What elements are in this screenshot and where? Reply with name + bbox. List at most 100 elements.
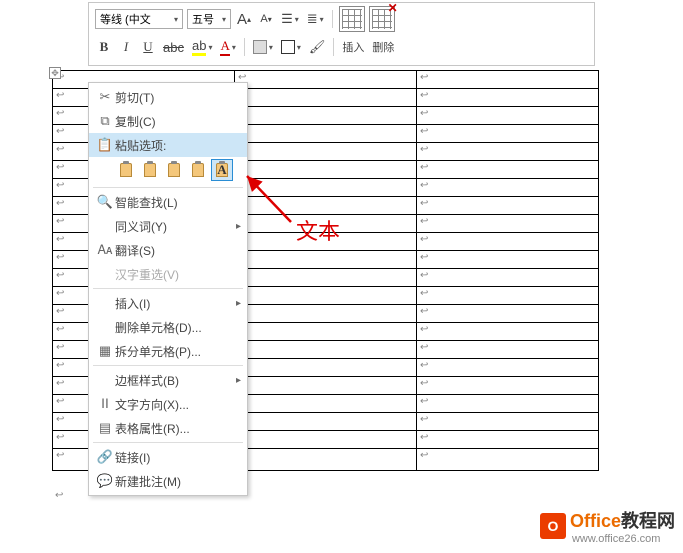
table-cell[interactable]: ↩ xyxy=(417,323,599,341)
paste-picture-button[interactable] xyxy=(187,159,209,181)
menu-delete-cells[interactable]: 删除单元格(D)... xyxy=(89,315,247,339)
table-cell[interactable]: ↩ xyxy=(417,71,599,89)
table-cell[interactable]: ↩ xyxy=(417,413,599,431)
increase-font-button[interactable]: A▴ xyxy=(235,9,253,29)
table-cell[interactable]: ↩ xyxy=(417,359,599,377)
table-cell[interactable]: ↩ xyxy=(417,305,599,323)
cut-icon: ✂ xyxy=(95,88,115,106)
menu-paste-options: 📋 粘贴选项: xyxy=(89,133,247,157)
bullet-list-button[interactable]: ☰▾ xyxy=(279,9,301,29)
table-cell[interactable]: ↩ xyxy=(235,287,417,305)
table-cell[interactable]: ↩ xyxy=(235,125,417,143)
separator xyxy=(332,10,333,28)
menu-insert[interactable]: 插入(I) ▸ xyxy=(89,291,247,315)
comment-icon: 💬 xyxy=(95,472,115,490)
table-cell[interactable]: ↩ xyxy=(235,395,417,413)
menu-new-comment[interactable]: 💬 新建批注(M) xyxy=(89,469,247,493)
table-cell[interactable]: ↩ xyxy=(235,233,417,251)
paste-nested-table-button[interactable] xyxy=(163,159,185,181)
table-cell[interactable]: ↩ xyxy=(417,287,599,305)
table-cell[interactable]: ↩ xyxy=(417,125,599,143)
paste-keep-source-button[interactable] xyxy=(115,159,137,181)
table-cell[interactable]: ↩ xyxy=(417,197,599,215)
table-cell[interactable]: ↩ xyxy=(235,215,417,233)
bold-button[interactable]: B xyxy=(95,37,113,57)
menu-table-properties[interactable]: ▤ 表格属性(R)... xyxy=(89,416,247,440)
underline-button[interactable]: U xyxy=(139,37,157,57)
decrease-font-button[interactable]: A▾ xyxy=(257,9,275,29)
italic-button[interactable]: I xyxy=(117,37,135,57)
table-cell[interactable]: ↩ xyxy=(417,377,599,395)
shading-button[interactable]: ▾ xyxy=(251,37,275,57)
font-name-selector[interactable]: 等线 (中文 ▾ xyxy=(95,9,183,29)
translate-icon: 🗛 xyxy=(95,241,115,259)
paste-merge-formatting-button[interactable] xyxy=(139,159,161,181)
delete-label[interactable]: 删除 xyxy=(370,37,396,57)
menu-separator xyxy=(93,187,243,188)
delete-table-icon[interactable] xyxy=(369,6,395,32)
format-painter-button[interactable]: 🖌 xyxy=(307,37,328,57)
table-cell[interactable]: ↩ xyxy=(417,341,599,359)
table-cell[interactable]: ↩ xyxy=(235,143,417,161)
strikethrough-button[interactable]: abc xyxy=(161,37,186,57)
insert-label[interactable]: 插入 xyxy=(340,37,366,57)
text-highlight-button[interactable]: ab▾ xyxy=(190,37,214,57)
context-menu: ✂ 剪切(T) ⧉ 复制(C) 📋 粘贴选项: A 🔍 智能查找(L) 同义词(… xyxy=(88,82,248,496)
font-name-value: 等线 (中文 xyxy=(100,11,172,27)
table-cell[interactable]: ↩ xyxy=(417,233,599,251)
table-cell[interactable]: ↩ xyxy=(235,251,417,269)
menu-translate[interactable]: 🗛 翻译(S) xyxy=(89,238,247,262)
table-cell[interactable]: ↩ xyxy=(235,179,417,197)
font-size-selector[interactable]: 五号 ▾ xyxy=(187,9,231,29)
table-cell[interactable]: ↩ xyxy=(417,161,599,179)
office-logo-icon: O xyxy=(540,513,566,539)
table-cell[interactable]: ↩ xyxy=(235,359,417,377)
table-cell[interactable]: ↩ xyxy=(235,161,417,179)
table-cell[interactable]: ↩ xyxy=(417,269,599,287)
table-cell[interactable]: ↩ xyxy=(417,89,599,107)
table-cell[interactable]: ↩ xyxy=(235,431,417,449)
menu-separator xyxy=(93,288,243,289)
menu-copy[interactable]: ⧉ 复制(C) xyxy=(89,109,247,133)
chevron-right-icon: ▸ xyxy=(236,221,241,232)
borders-button[interactable]: ▾ xyxy=(279,37,303,57)
table-cell[interactable]: ↩ xyxy=(235,377,417,395)
table-cell[interactable]: ↩ xyxy=(235,107,417,125)
menu-hyperlink[interactable]: 🔗 链接(I) xyxy=(89,445,247,469)
text-direction-icon: ⅠⅠ xyxy=(95,395,115,413)
table-cell[interactable]: ↩ xyxy=(417,179,599,197)
separator xyxy=(333,38,334,56)
table-cell[interactable]: ↩ xyxy=(235,323,417,341)
menu-split-cells[interactable]: ▦ 拆分单元格(P)... xyxy=(89,339,247,363)
menu-text-direction[interactable]: ⅠⅠ 文字方向(X)... xyxy=(89,392,247,416)
table-cell[interactable]: ↩ xyxy=(417,431,599,449)
table-cell[interactable]: ↩ xyxy=(417,449,599,471)
table-cell[interactable]: ↩ xyxy=(235,89,417,107)
insert-table-icon[interactable] xyxy=(339,6,365,32)
font-color-button[interactable]: A▾ xyxy=(218,37,237,57)
menu-cut[interactable]: ✂ 剪切(T) xyxy=(89,85,247,109)
watermark-brand1: Office xyxy=(570,511,621,531)
table-cell[interactable]: ↩ xyxy=(235,269,417,287)
table-cell[interactable]: ↩ xyxy=(417,395,599,413)
table-cell[interactable]: ↩ xyxy=(235,413,417,431)
table-cell[interactable]: ↩ xyxy=(417,251,599,269)
paste-text-only-button[interactable]: A xyxy=(211,159,233,181)
table-cell[interactable]: ↩ xyxy=(417,215,599,233)
table-cell[interactable]: ↩ xyxy=(235,71,417,89)
table-cell[interactable]: ↩ xyxy=(235,197,417,215)
number-list-button[interactable]: ≣▾ xyxy=(305,9,326,29)
table-cell[interactable]: ↩ xyxy=(417,107,599,125)
table-move-handle-icon[interactable]: ✥ xyxy=(49,67,61,79)
table-cell[interactable]: ↩ xyxy=(417,143,599,161)
ribbon-toolbar: 等线 (中文 ▾ 五号 ▾ A▴ A▾ ☰▾ ≣▾ B I U abc ab▾ … xyxy=(88,2,595,66)
menu-synonyms[interactable]: 同义词(Y) ▸ xyxy=(89,214,247,238)
separator xyxy=(244,38,245,56)
table-cell[interactable]: ↩ xyxy=(235,305,417,323)
copy-icon: ⧉ xyxy=(95,112,115,130)
watermark-url: www.office26.com xyxy=(572,533,675,545)
table-cell[interactable]: ↩ xyxy=(235,449,417,471)
table-cell[interactable]: ↩ xyxy=(235,341,417,359)
menu-smart-lookup[interactable]: 🔍 智能查找(L) xyxy=(89,190,247,214)
menu-border-styles[interactable]: 边框样式(B) ▸ xyxy=(89,368,247,392)
